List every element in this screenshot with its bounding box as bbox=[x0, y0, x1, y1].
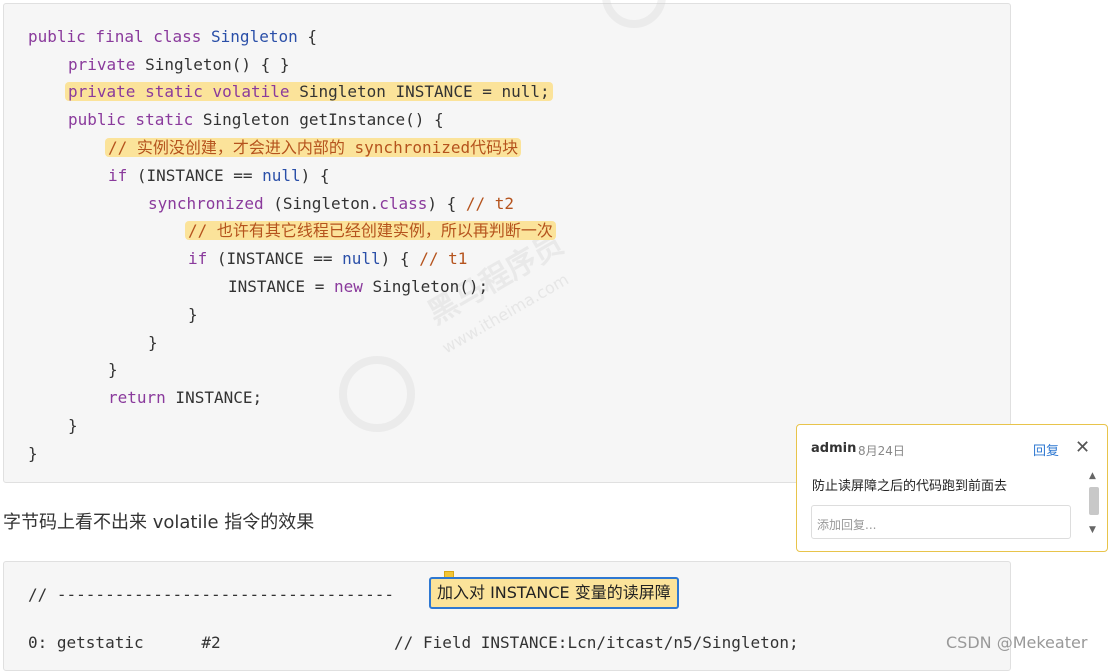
code-line-10: INSTANCE = new Singleton(); bbox=[228, 277, 489, 296]
code-line-4: public static Singleton getInstance() { bbox=[68, 110, 444, 129]
reply-input[interactable]: 添加回复... bbox=[811, 505, 1071, 539]
annotation-highlight[interactable]: 加入对 INSTANCE 变量的读屏障 bbox=[429, 577, 679, 609]
code-line-15: } bbox=[68, 416, 78, 435]
comment-date: 8月24日 bbox=[858, 444, 905, 458]
comment-popup: admin 8月24日 回复 ✕ 防止读屏障之后的代码跑到前面去 添加回复...… bbox=[796, 424, 1108, 552]
code-line-6: if (INSTANCE == null) { bbox=[108, 166, 330, 185]
code-line-7: synchronized (Singleton.class) { // t2 bbox=[148, 194, 515, 213]
code-line-5-highlight: // 实例没创建，才会进入内部的 synchronized代码块 bbox=[105, 137, 522, 159]
code-line-3-highlight: private static volatile Singleton INSTAN… bbox=[65, 81, 553, 103]
code-line-12: } bbox=[148, 333, 158, 352]
popup-scrollbar[interactable]: ▲ ▼ bbox=[1087, 471, 1101, 541]
watermark-logo bbox=[339, 356, 415, 432]
code-block: 黑马程序员 www.itheima.com public final class… bbox=[3, 0, 1011, 483]
code-line-8-highlight: // 也许有其它线程已经创建实例，所以再判断一次 bbox=[185, 220, 556, 242]
scroll-thumb[interactable] bbox=[1089, 487, 1099, 515]
bytecode-line-2: 0: getstatic #2 // Field INSTANCE:Lcn/it… bbox=[28, 633, 799, 652]
code-line-1: public final class Singleton { bbox=[28, 27, 317, 46]
watermark-logo-top bbox=[602, 0, 666, 28]
code-line-13: } bbox=[108, 360, 118, 379]
code-line-14: return INSTANCE; bbox=[108, 388, 263, 407]
code-line-16: } bbox=[28, 444, 38, 463]
comment-author: admin bbox=[811, 441, 857, 456]
close-icon[interactable]: ✕ bbox=[1075, 437, 1090, 458]
paragraph-text: 字节码上看不出来 volatile 指令的效果 bbox=[3, 512, 315, 533]
scroll-down-icon[interactable]: ▼ bbox=[1089, 525, 1096, 535]
bytecode-line-1: // ----------------------------------- bbox=[28, 585, 395, 604]
reply-link[interactable]: 回复 bbox=[1033, 440, 1059, 459]
code-line-9: if (INSTANCE == null) { // t1 bbox=[188, 249, 468, 268]
code-line-11: } bbox=[188, 305, 198, 324]
comment-text: 防止读屏障之后的代码跑到前面去 bbox=[812, 479, 1008, 494]
footer-watermark: CSDN @Mekeater bbox=[946, 633, 1088, 652]
scroll-up-icon[interactable]: ▲ bbox=[1089, 471, 1096, 481]
code-line-2: private Singleton() { } bbox=[68, 55, 290, 74]
